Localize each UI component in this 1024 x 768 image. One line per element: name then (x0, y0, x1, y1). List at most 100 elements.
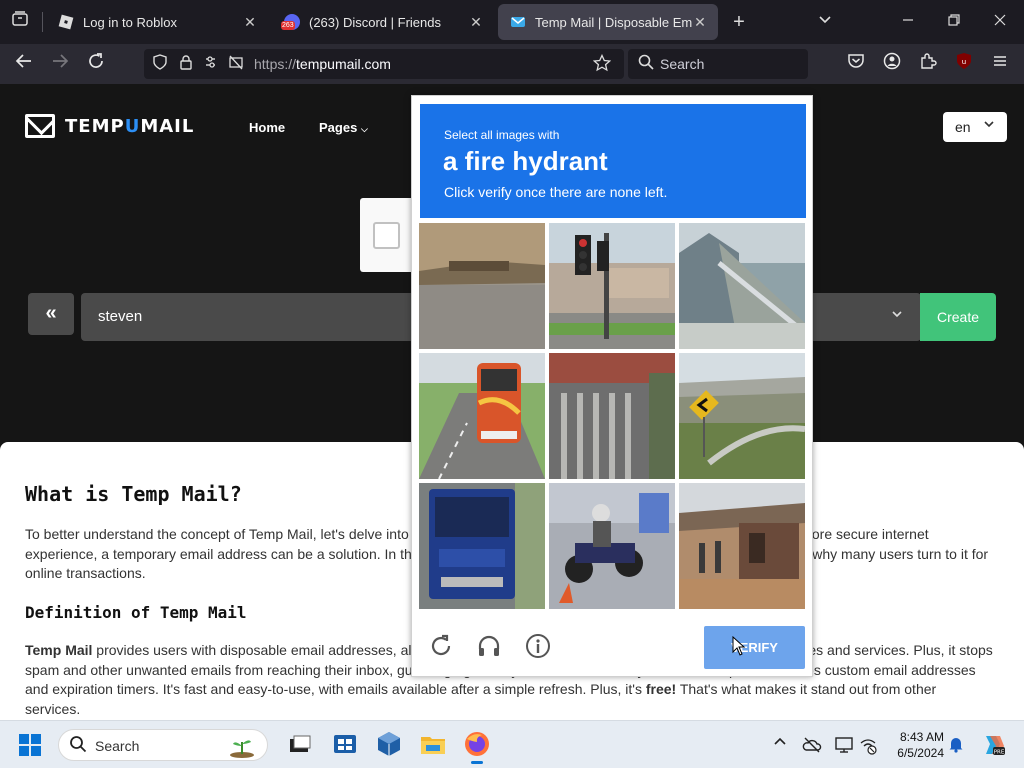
tab-manager-icon[interactable] (8, 10, 32, 34)
onedrive-icon[interactable] (802, 735, 822, 755)
gate-tile[interactable] (549, 353, 675, 479)
notification-bell-icon[interactable] (946, 735, 966, 755)
challenge-instruction: Select all images with (444, 128, 560, 142)
close-tab-icon[interactable]: ✕ (242, 14, 258, 30)
menu-icon[interactable] (988, 52, 1012, 76)
image-grid (419, 223, 807, 611)
windows-start-icon[interactable] (18, 733, 42, 757)
notification-badge: 263 (281, 21, 295, 30)
chevron-down-icon: ⌵ (360, 124, 368, 134)
network-muted-icon[interactable] (858, 735, 878, 755)
clock-time: 8:43 AM (899, 730, 944, 744)
audio-icon[interactable] (474, 633, 504, 663)
challenge-header: Select all images with a fire hydrant Cl… (420, 104, 806, 218)
search-bar[interactable]: Search (628, 49, 808, 79)
challenge-hint: Click verify once there are none left. (444, 184, 668, 200)
taskbar: Search 8:43 AM 6/5/2024 PRE (0, 720, 1024, 768)
dirt-road-tile[interactable] (419, 223, 545, 349)
account-icon[interactable] (880, 52, 904, 76)
overpass-tile[interactable] (679, 353, 805, 479)
language-select[interactable]: en (943, 112, 1007, 142)
display-icon[interactable] (834, 735, 854, 755)
refresh-icon[interactable] (426, 633, 456, 663)
tab-title: Temp Mail | Disposable Email A (535, 14, 692, 30)
list-all-tabs-button[interactable] (813, 10, 837, 34)
previous-email-button[interactable]: « (28, 293, 74, 335)
taskbar-search-placeholder: Search (95, 738, 140, 754)
nav-home[interactable]: Home (249, 120, 285, 135)
tab-title: (263) Discord | Friends (309, 14, 441, 30)
tab-bar: Log in to Roblox ✕ 263 (263) Discord | F… (0, 0, 1024, 44)
url-text[interactable]: https://tempumail.com (254, 56, 391, 72)
clock[interactable]: 8:43 AM 6/5/2024 (880, 729, 944, 761)
traffic-light-tile[interactable] (549, 223, 675, 349)
tab-tempmail[interactable]: Temp Mail | Disposable Email A ✕ (498, 4, 718, 40)
captcha-challenge: Select all images with a fire hydrant Cl… (411, 95, 813, 677)
captcha-checkbox[interactable] (373, 222, 400, 249)
mouse-cursor-icon (732, 636, 746, 656)
envelope-icon (25, 114, 55, 138)
minimize-button[interactable] (896, 10, 920, 34)
close-tab-icon[interactable]: ✕ (692, 14, 708, 30)
virtualbox-icon[interactable] (374, 729, 404, 759)
tempmail-icon (510, 14, 526, 30)
brand-name: TEMPUMAIL (65, 116, 194, 137)
language-value: en (955, 119, 971, 135)
restore-button[interactable] (942, 10, 966, 34)
permissions-icon[interactable] (204, 54, 224, 74)
motorcycle-tile[interactable] (549, 483, 675, 609)
tab-separator (42, 12, 43, 32)
copilot-icon[interactable]: PRE (980, 732, 1006, 758)
tab-roblox[interactable]: Log in to Roblox ✕ (46, 4, 268, 40)
close-tab-icon[interactable]: ✕ (468, 14, 484, 30)
search-icon (69, 735, 87, 759)
bus-tile[interactable] (419, 353, 545, 479)
active-app-indicator (471, 761, 483, 764)
verify-button[interactable]: VERIFY (704, 626, 805, 669)
ublock-icon[interactable]: u (952, 52, 976, 76)
tab-discord[interactable]: 263 (263) Discord | Friends ✕ (272, 4, 494, 40)
file-explorer-icon[interactable] (418, 729, 448, 759)
forward-button[interactable] (48, 52, 72, 76)
section-heading: Definition of Temp Mail (25, 603, 247, 622)
chevron-up-icon[interactable] (770, 735, 790, 755)
url-protocol: https:// (254, 56, 297, 72)
discord-icon: 263 (281, 14, 300, 30)
street-shop-tile[interactable] (679, 483, 805, 609)
lock-icon[interactable] (176, 54, 196, 74)
bookmark-star-icon[interactable] (592, 53, 612, 74)
store-icon[interactable] (330, 729, 360, 759)
navigation-toolbar: https://tempumail.com Search u 8 (0, 44, 1024, 107)
brand-part: MAIL (140, 115, 195, 137)
chevron-down-icon (983, 118, 995, 133)
challenge-target: a fire hydrant (443, 146, 608, 176)
back-button[interactable] (12, 52, 36, 76)
article-title: What is Temp Mail? (25, 482, 242, 506)
close-window-button[interactable] (988, 10, 1012, 34)
nav-pages[interactable]: Pages ⌵ (319, 120, 368, 135)
nav-pages-label: Pages (319, 120, 358, 135)
create-button[interactable]: Create (920, 293, 996, 341)
firefox-icon[interactable] (462, 729, 492, 764)
reload-button[interactable] (84, 52, 108, 76)
info-icon[interactable] (523, 633, 553, 663)
bridge-railing-tile[interactable] (679, 223, 805, 349)
search-icon (638, 54, 654, 75)
strong-text: free! (645, 681, 677, 697)
taskbar-search[interactable]: Search (58, 729, 268, 761)
search-placeholder: Search (660, 56, 705, 72)
brand-part: TEMP (65, 115, 125, 137)
extensions-icon[interactable] (916, 52, 940, 76)
address-bar[interactable]: https://tempumail.com (144, 49, 624, 79)
shield-icon[interactable] (150, 54, 170, 74)
tracking-blocked-icon[interactable] (226, 54, 246, 74)
task-view-icon[interactable] (285, 729, 315, 759)
site-logo[interactable]: TEMPUMAIL (25, 114, 194, 138)
new-tab-button[interactable]: + (727, 10, 751, 34)
tab-title: Log in to Roblox (83, 14, 177, 30)
domain-dropdown-icon[interactable] (891, 308, 903, 323)
svg-text:u: u (962, 58, 966, 66)
truck-tile[interactable] (419, 483, 545, 609)
url-host: tempumail.com (296, 56, 391, 72)
pocket-icon[interactable] (844, 52, 868, 76)
